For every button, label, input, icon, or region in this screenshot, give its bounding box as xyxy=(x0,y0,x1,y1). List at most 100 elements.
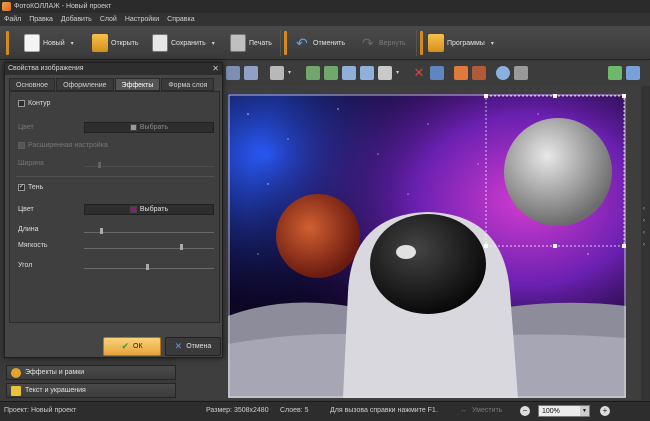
main-toolbar: Новый ▾ Открыть Сохранить ▾ Печать ↶ Отм… xyxy=(0,26,650,60)
arrow-left-icon[interactable]: ‹ xyxy=(643,218,648,224)
align-icon[interactable] xyxy=(270,66,284,80)
crop-icon[interactable] xyxy=(430,66,444,80)
text-decor-panel[interactable]: Текст и украшения xyxy=(6,383,176,398)
layer-forward-icon[interactable] xyxy=(226,66,240,80)
shadow-softness-label: Мягкость xyxy=(18,242,48,249)
mars-planet xyxy=(276,194,360,278)
open-button[interactable]: Открыть xyxy=(92,29,139,57)
fit-icon[interactable]: ↔ xyxy=(460,407,467,414)
contour-width-thumb[interactable] xyxy=(98,162,101,168)
redo-label: Вернуть xyxy=(379,39,406,47)
new-document-icon xyxy=(24,34,40,52)
chevron-down-icon[interactable]: ▼ xyxy=(580,406,589,416)
cancel-label: Отмена xyxy=(186,343,212,350)
zoom-in-icon[interactable]: + xyxy=(600,406,610,416)
shadow-color-button[interactable]: Выбрать xyxy=(84,204,214,215)
undo-button[interactable]: ↶ Отменить xyxy=(296,29,345,57)
menu-file[interactable]: Файл xyxy=(4,16,21,23)
shadow-softness-thumb[interactable] xyxy=(180,244,183,250)
tab-design[interactable]: Оформление xyxy=(56,78,114,91)
save-button[interactable]: Сохранить ▾ xyxy=(152,29,215,57)
astronaut-scene-image xyxy=(228,94,626,398)
checkbox-box[interactable] xyxy=(18,142,25,149)
shadow-length-thumb[interactable] xyxy=(100,228,103,234)
shadow-softness-slider[interactable] xyxy=(84,248,214,249)
menu-layer[interactable]: Слой xyxy=(100,16,117,23)
ok-button[interactable]: ✔ ОК xyxy=(103,337,161,356)
chevron-down-icon[interactable]: ▾ xyxy=(212,40,215,47)
new-button[interactable]: Новый ▾ xyxy=(24,29,74,57)
fit-button[interactable]: Уместить xyxy=(472,407,502,414)
title-bar: ФотоКОЛЛАЖ - Новый проект xyxy=(0,0,650,13)
arrow-left-icon[interactable]: ‹ xyxy=(643,242,648,248)
menu-add[interactable]: Добавить xyxy=(61,16,92,23)
toolbar-separator xyxy=(416,30,417,56)
programs-label: Программы xyxy=(447,39,485,47)
shadow-length-slider[interactable] xyxy=(84,232,214,233)
contour-color-button-label: Выбрать xyxy=(139,124,169,131)
shadow-angle-label: Угол xyxy=(18,262,33,269)
effects-icon[interactable] xyxy=(454,66,468,80)
arrow-left-icon[interactable]: ‹ xyxy=(643,206,648,212)
stretch-icon[interactable] xyxy=(378,66,392,80)
print-button[interactable]: Печать xyxy=(230,29,272,57)
chevron-down-icon[interactable]: ▾ xyxy=(288,66,302,80)
zoom-select[interactable]: 100% ▼ xyxy=(538,405,590,417)
effects-panel-label: Эффекты и рамки xyxy=(25,369,85,376)
page-add-icon[interactable] xyxy=(608,66,622,80)
shadow-angle-slider[interactable] xyxy=(84,268,214,269)
ok-label: ОК xyxy=(133,343,143,350)
lock-icon[interactable] xyxy=(514,66,528,80)
shadow-checkbox[interactable]: ✓ Тень xyxy=(18,184,43,191)
tab-effects[interactable]: Эффекты xyxy=(114,78,161,91)
align-right-icon[interactable] xyxy=(324,66,338,80)
status-layers: Слоев: 5 xyxy=(280,407,309,414)
menu-help[interactable]: Справка xyxy=(167,16,194,23)
zoom-value: 100% xyxy=(542,408,560,415)
chevron-down-icon[interactable]: ▾ xyxy=(396,66,410,80)
chevron-down-icon[interactable]: ▾ xyxy=(71,40,74,47)
close-icon[interactable]: ✕ xyxy=(212,63,219,75)
magic-wand-icon[interactable] xyxy=(472,66,486,80)
menu-edit[interactable]: Правка xyxy=(29,16,53,23)
contour-color-button[interactable]: Выбрать xyxy=(84,122,214,133)
collage-canvas[interactable] xyxy=(228,94,626,398)
shadow-label: Тень xyxy=(28,184,44,191)
effects-tab-content: Контур Цвет Выбрать Расширенная настройк… xyxy=(9,91,220,323)
layer-backward-icon[interactable] xyxy=(244,66,258,80)
shadow-color-label: Цвет xyxy=(18,206,34,213)
flip-horizontal-icon[interactable] xyxy=(342,66,356,80)
flip-vertical-icon[interactable] xyxy=(360,66,374,80)
page-settings-icon[interactable] xyxy=(626,66,640,80)
effects-frames-panel[interactable]: Эффекты и рамки xyxy=(6,365,176,380)
arrow-left-icon[interactable]: ‹ xyxy=(643,230,648,236)
window-title: ФотоКОЛЛАЖ - Новый проект xyxy=(14,3,112,10)
tab-layer-shape[interactable]: Форма слоя xyxy=(161,78,215,91)
contour-color-swatch xyxy=(129,124,137,131)
gear-icon[interactable] xyxy=(496,66,510,80)
close-icon: ✕ xyxy=(174,341,183,351)
folder-icon xyxy=(92,34,108,52)
redo-arrow-icon: ↷ xyxy=(362,35,374,51)
cancel-button[interactable]: ✕ Отмена xyxy=(165,337,221,356)
menu-settings[interactable]: Настройки xyxy=(125,16,159,23)
checkbox-box[interactable]: ✓ xyxy=(18,184,25,191)
zoom-out-icon[interactable]: − xyxy=(520,406,530,416)
delete-icon[interactable]: ✕ xyxy=(412,66,426,80)
floppy-disk-icon xyxy=(152,34,168,52)
undo-label: Отменить xyxy=(313,39,345,47)
chevron-down-icon[interactable]: ▾ xyxy=(491,40,494,47)
contour-checkbox[interactable]: Контур xyxy=(18,100,50,107)
programs-button[interactable]: Программы ▾ xyxy=(428,29,494,57)
align-left-icon[interactable] xyxy=(306,66,320,80)
redo-button[interactable]: ↷ Вернуть xyxy=(362,29,406,57)
contour-width-slider[interactable] xyxy=(84,166,214,167)
checkbox-box[interactable] xyxy=(18,100,25,107)
print-label: Печать xyxy=(249,39,272,47)
tab-basic[interactable]: Основное xyxy=(9,78,56,91)
status-help: Для вызова справки нажмите F1. xyxy=(330,407,438,414)
shadow-angle-thumb[interactable] xyxy=(146,264,149,270)
shadow-length-label: Длина xyxy=(18,226,39,233)
advanced-settings-checkbox[interactable]: Расширенная настройка xyxy=(18,142,108,149)
contour-width-label: Ширина xyxy=(18,160,44,167)
